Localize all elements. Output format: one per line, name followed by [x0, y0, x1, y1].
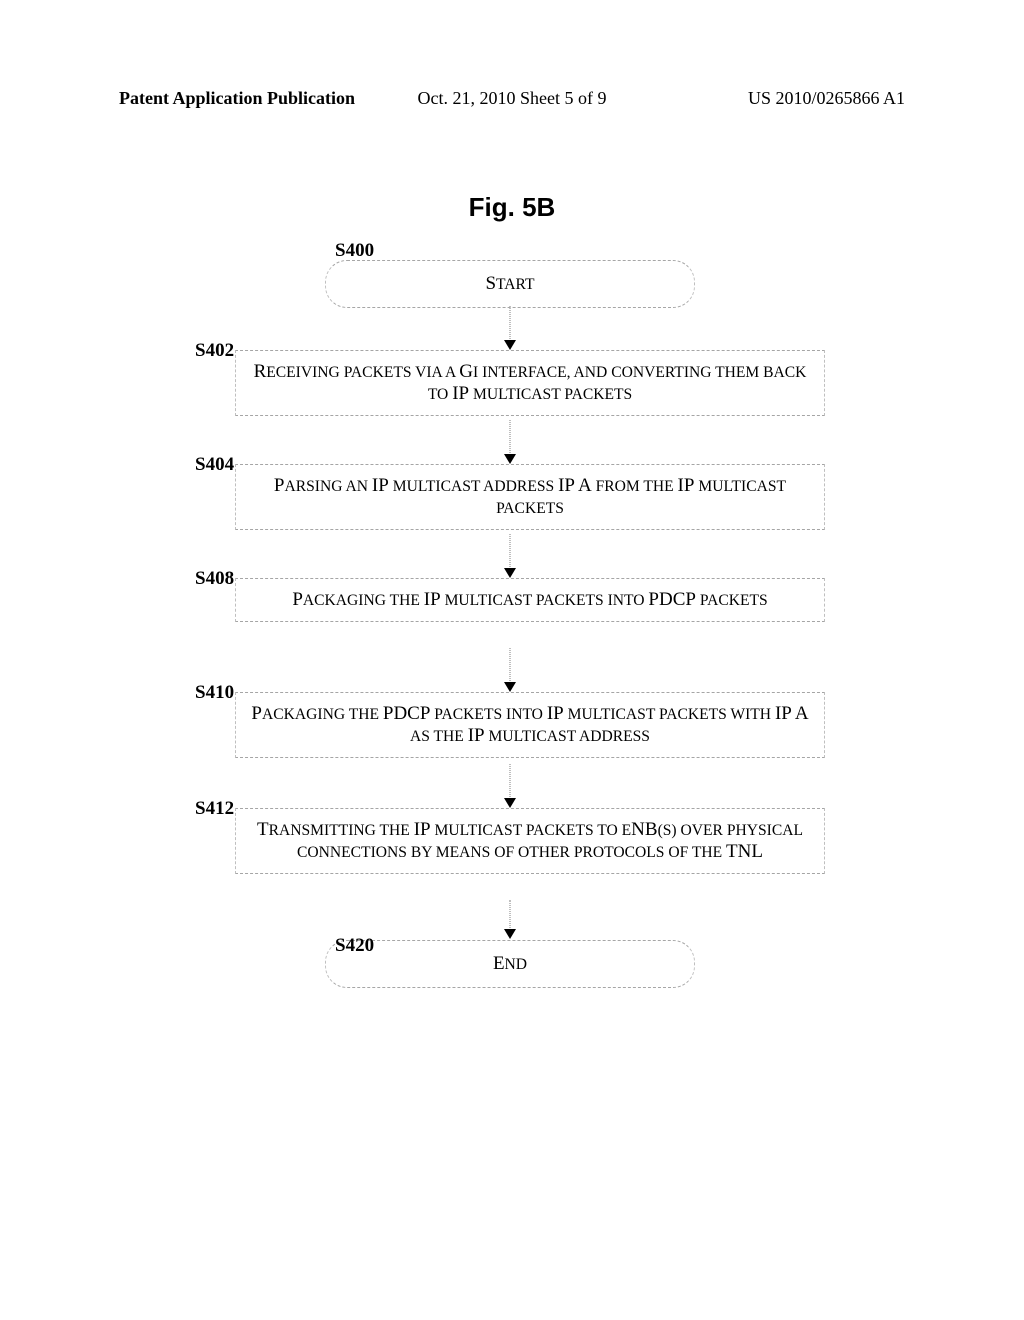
page-header: Patent Application Publication Oct. 21, … [0, 88, 1024, 109]
box-s402: Receiving packets via a Gi interface, an… [235, 350, 825, 416]
connector-line [510, 534, 511, 569]
box-s412: Transmitting the IP multicast packets to… [235, 808, 825, 874]
step-label-s402: S402 [195, 340, 234, 362]
header-left: Patent Application Publication [119, 88, 355, 109]
box-s404: Parsing an IP multicast address IP A fro… [235, 464, 825, 530]
arrowhead-icon [504, 454, 516, 464]
step-label-s404: S404 [195, 454, 234, 476]
arrowhead-icon [504, 340, 516, 350]
arrowhead-icon [504, 682, 516, 692]
connector-line [510, 420, 511, 455]
terminator-start: Start [325, 260, 695, 308]
step-label-s410: S410 [195, 682, 234, 704]
arrowhead-icon [504, 798, 516, 808]
connector-line [510, 648, 511, 683]
connector-line [510, 764, 511, 799]
box-s408-text: Packaging the IP multicast packets into … [292, 589, 767, 610]
header-right: US 2010/0265866 A1 [748, 88, 905, 109]
header-center: Oct. 21, 2010 Sheet 5 of 9 [418, 88, 607, 109]
box-s408: Packaging the IP multicast packets into … [235, 578, 825, 622]
arrowhead-icon [504, 929, 516, 939]
step-label-s408: S408 [195, 568, 234, 590]
figure-title: Fig. 5B [469, 192, 556, 223]
terminator-end-text: End [493, 953, 527, 974]
box-s402-text: Receiving packets via a Gi interface, an… [254, 361, 807, 404]
box-s412-text: Transmitting the IP multicast packets to… [257, 819, 803, 862]
connector-line [510, 900, 511, 930]
terminator-start-text: Start [485, 273, 534, 294]
arrowhead-icon [504, 568, 516, 578]
box-s410-text: Packaging the PDCP packets into IP multi… [251, 703, 808, 746]
box-s404-text: Parsing an IP multicast address IP A fro… [274, 475, 786, 518]
step-label-s400: S400 [335, 240, 374, 262]
step-label-s412: S412 [195, 798, 234, 820]
terminator-end: End [325, 940, 695, 988]
connector-line [510, 306, 511, 341]
box-s410: Packaging the PDCP packets into IP multi… [235, 692, 825, 758]
